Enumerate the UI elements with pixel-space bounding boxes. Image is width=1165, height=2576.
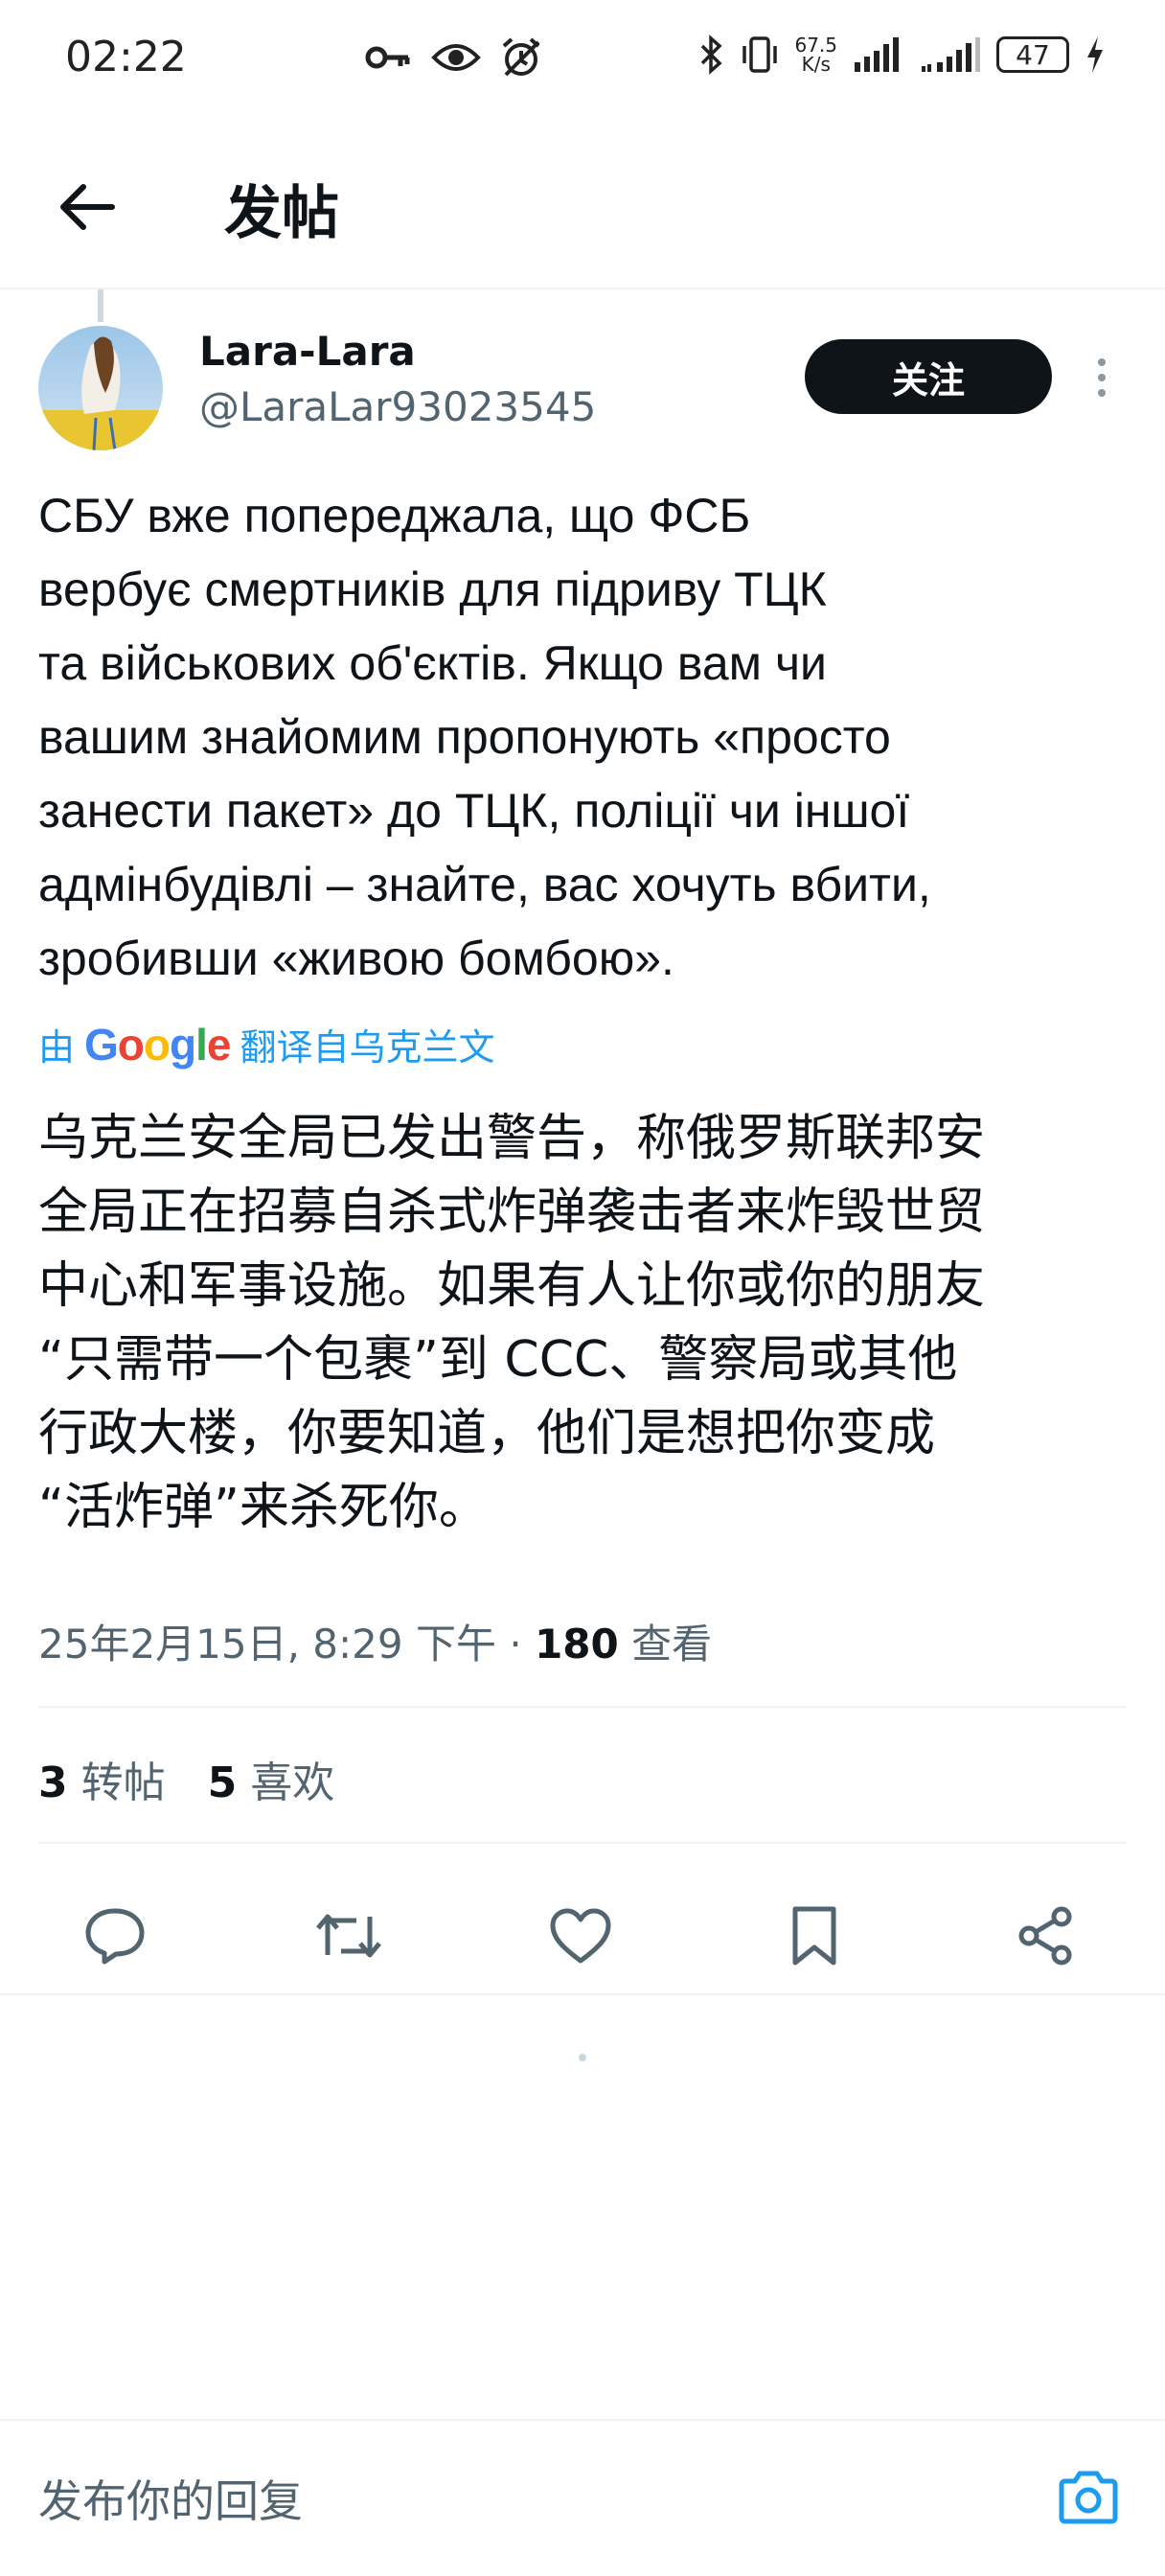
- page-title: 发帖: [224, 180, 339, 247]
- avatar[interactable]: [38, 326, 163, 450]
- share-icon: [1018, 1906, 1072, 1966]
- meta-separator: ·: [509, 1621, 522, 1668]
- bluetooth-icon: [697, 34, 725, 75]
- reposts-label: 转帖: [80, 1759, 166, 1807]
- reply-input[interactable]: 发布你的回复: [38, 2467, 303, 2530]
- status-icons-right: 67.5 K/s 47: [697, 34, 1106, 75]
- repost-button[interactable]: [312, 1899, 385, 1972]
- google-logo: Google: [84, 1019, 231, 1070]
- reply-button[interactable]: [79, 1899, 151, 1972]
- like-button[interactable]: [544, 1899, 617, 1972]
- battery-indicator: 47: [996, 36, 1069, 73]
- translated-text: 乌克兰安全局已发出警告，称俄罗斯联邦安 全局正在招募自杀式炸弹袭击者来炸毁世贸 …: [38, 1110, 986, 1536]
- author-name[interactable]: Lara-Lara: [199, 328, 416, 375]
- loading-indicator: [579, 2054, 586, 2061]
- views-count: 180: [535, 1621, 619, 1668]
- top-header: 发帖: [0, 117, 1165, 289]
- translate-suffix: 翻译自乌克兰文: [240, 1026, 495, 1069]
- divider: [38, 1706, 1127, 1708]
- translate-prefix: 由: [38, 1026, 76, 1069]
- reposts-count: 3: [38, 1759, 68, 1807]
- net-speed-value: 67.5: [794, 34, 837, 57]
- views-label: 查看: [631, 1621, 713, 1668]
- camera-button[interactable]: [1052, 2461, 1125, 2534]
- bookmark-button[interactable]: [778, 1899, 851, 1972]
- post-text: СБУ вже попереджала, що ФСБ вербує смерт…: [38, 489, 931, 985]
- back-button[interactable]: [48, 169, 125, 245]
- status-icons-left: [364, 36, 542, 79]
- engagement-stats: 3 转帖 5 喜欢: [38, 1748, 334, 1809]
- camera-icon: [1059, 2471, 1118, 2524]
- status-bar: 02:22 67.5 K/s 47: [0, 0, 1165, 117]
- reply-icon: [85, 1908, 145, 1965]
- reposts-stat[interactable]: 3 转帖: [38, 1748, 166, 1809]
- divider: [0, 1993, 1165, 1995]
- follow-button[interactable]: 关注: [805, 339, 1052, 414]
- post-timestamp[interactable]: 25年2月15日, 8:29 下午: [38, 1621, 496, 1668]
- thread-line: [98, 289, 103, 322]
- status-time: 02:22: [65, 33, 187, 81]
- alarm-icon: [500, 36, 542, 79]
- net-speed: 67.5 K/s: [794, 35, 837, 74]
- more-options-icon[interactable]: [1083, 351, 1121, 404]
- net-speed-unit: K/s: [801, 53, 831, 76]
- reply-bar: 发布你的回复: [0, 2419, 1165, 2576]
- translation-attribution[interactable]: 由 Google 翻译自乌克兰文: [38, 1018, 495, 1070]
- author-handle[interactable]: @LaraLar93023545: [199, 383, 596, 430]
- repost-icon: [316, 1914, 381, 1958]
- charging-icon: [1085, 34, 1106, 75]
- bookmark-icon: [792, 1906, 836, 1966]
- post-meta: 25年2月15日, 8:29 下午 · 180 查看: [38, 1612, 712, 1670]
- eye-icon: [431, 38, 481, 77]
- vibrate-icon: [741, 34, 779, 75]
- like-icon: [550, 1908, 611, 1964]
- divider: [38, 1842, 1127, 1844]
- likes-count: 5: [207, 1759, 238, 1807]
- key-icon: [364, 38, 412, 77]
- signal-icon: [920, 35, 981, 74]
- share-button[interactable]: [1010, 1899, 1083, 1972]
- back-arrow-icon: [60, 184, 115, 230]
- likes-stat[interactable]: 5 喜欢: [208, 1748, 335, 1809]
- signal-icon: [853, 35, 904, 74]
- likes-label: 喜欢: [250, 1759, 335, 1807]
- action-bar: [0, 1878, 1165, 1993]
